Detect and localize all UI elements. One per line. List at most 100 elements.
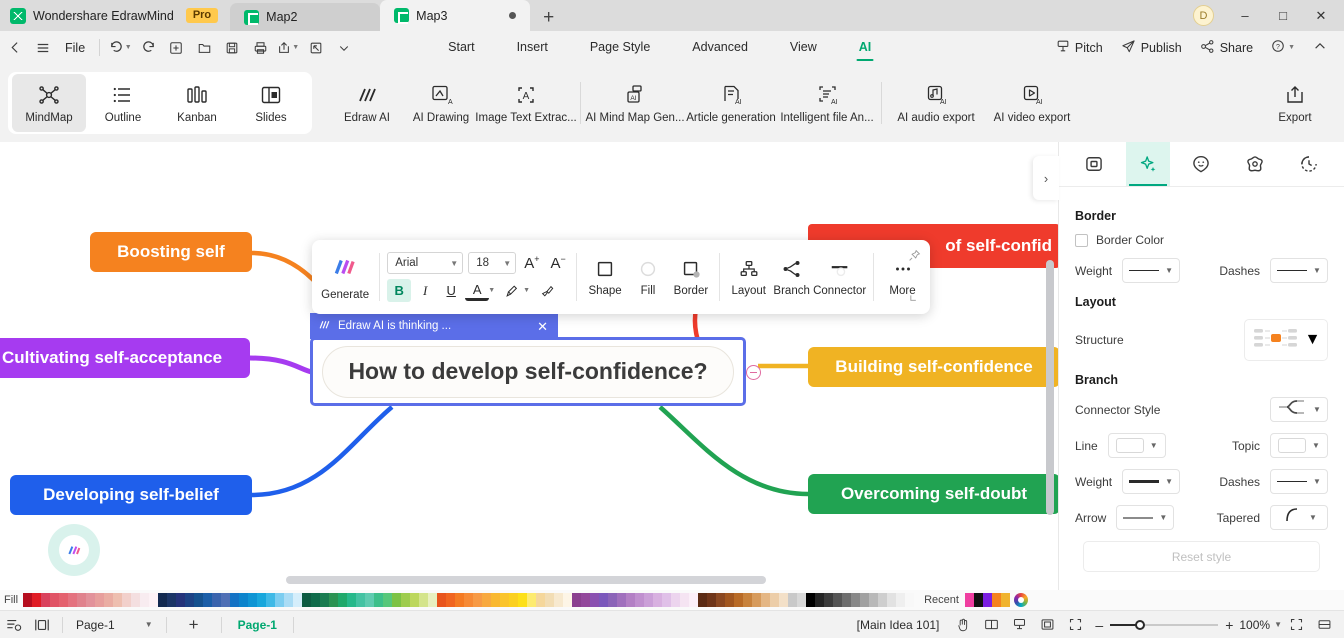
resize-toolbar-handle[interactable] (910, 292, 920, 305)
book-view-icon[interactable] (977, 611, 1005, 638)
fill-color-swatch[interactable] (140, 593, 150, 607)
fill-color-swatch[interactable] (851, 593, 861, 607)
fill-color-swatch[interactable] (590, 593, 600, 607)
border-color-row[interactable]: Border Color (1075, 233, 1328, 247)
fill-color-swatch[interactable] (824, 593, 834, 607)
ribbon-button-ai-drawing[interactable]: AI AI Drawing (404, 74, 478, 132)
fill-color-swatch[interactable] (806, 593, 816, 607)
italic-button[interactable]: I (413, 279, 437, 302)
fill-color-swatch[interactable] (671, 593, 681, 607)
fill-color-swatch[interactable] (653, 593, 663, 607)
fill-color-swatch[interactable] (59, 593, 69, 607)
fill-color-swatch[interactable] (50, 593, 60, 607)
tab-advanced[interactable]: Advanced (671, 33, 769, 62)
ribbon-button-edraw-ai[interactable]: Edraw AI (330, 74, 404, 132)
back-icon[interactable] (2, 35, 28, 61)
pitch-button[interactable]: Pitch (1047, 39, 1112, 56)
collapse-ribbon-button[interactable] (1304, 39, 1336, 56)
tab-shape-style[interactable] (1072, 142, 1116, 186)
ribbon-button-image-text-extract[interactable]: A Image Text Extrac... (475, 74, 577, 132)
mindmap-canvas[interactable]: Boosting self Cultivating self-acceptanc… (0, 142, 1060, 590)
fill-color-swatch[interactable] (527, 593, 537, 607)
chevron-down-icon[interactable]: ▼ (523, 287, 533, 294)
tab-view[interactable]: View (769, 33, 838, 62)
zoom-in-button[interactable]: + (1225, 617, 1233, 633)
fill-color-swatch[interactable] (275, 593, 285, 607)
hand-tool-icon[interactable] (949, 611, 977, 638)
chevron-down-icon[interactable]: ▼ (488, 287, 498, 294)
fill-color-swatch[interactable] (320, 593, 330, 607)
zoom-out-button[interactable]: – (1095, 617, 1103, 633)
presentation-view-icon[interactable] (1005, 611, 1033, 638)
fill-color-swatch[interactable] (842, 593, 852, 607)
fill-color-swatch[interactable] (95, 593, 105, 607)
fill-color-swatch[interactable] (113, 593, 123, 607)
ribbon-button-intelligent-file-analysis[interactable]: AI Intelligent file An... (779, 74, 875, 132)
close-button[interactable]: ✕ (1302, 0, 1340, 31)
branch-button[interactable]: Branch (770, 258, 813, 297)
fill-color-swatch[interactable] (869, 593, 879, 607)
fill-color-swatch[interactable] (365, 593, 375, 607)
add-page-button[interactable]: + (173, 616, 215, 633)
fill-color-swatch[interactable] (104, 593, 114, 607)
tab-insert[interactable]: Insert (496, 33, 569, 62)
fill-color-swatch[interactable] (41, 593, 51, 607)
fill-color-swatch[interactable] (491, 593, 501, 607)
tab-start[interactable]: Start (427, 33, 495, 62)
fill-color-swatch[interactable] (248, 593, 258, 607)
fill-color-swatch[interactable] (599, 593, 609, 607)
fill-color-swatch[interactable] (725, 593, 735, 607)
document-tab-map3[interactable]: Map3 (380, 0, 531, 31)
fill-color-swatch[interactable] (563, 593, 573, 607)
fill-color-swatch[interactable] (401, 593, 411, 607)
fill-color-swatch[interactable] (662, 593, 672, 607)
recent-color-swatch[interactable] (991, 593, 1001, 607)
fill-color-swatch[interactable] (221, 593, 231, 607)
fill-color-swatch[interactable] (509, 593, 519, 607)
canvas-vertical-scrollbar[interactable] (1046, 260, 1054, 515)
fill-color-swatch[interactable] (446, 593, 456, 607)
underline-button[interactable]: U (439, 279, 463, 302)
structure-select[interactable]: ▼ (1244, 319, 1328, 361)
fullscreen-icon[interactable] (1282, 611, 1310, 638)
recent-color-swatch[interactable] (1000, 593, 1010, 607)
border-weight-select[interactable]: ▼ (1122, 258, 1181, 283)
tab-sticker[interactable] (1233, 142, 1277, 186)
share-button[interactable]: Share (1191, 39, 1262, 57)
minimize-button[interactable]: – (1226, 0, 1264, 31)
fill-color-swatch[interactable] (203, 593, 213, 607)
fill-color-swatch[interactable] (338, 593, 348, 607)
avatar[interactable]: D (1193, 5, 1214, 26)
fill-color-swatch[interactable] (374, 593, 384, 607)
ribbon-button-article-generation[interactable]: AI Article generation (683, 74, 779, 132)
fill-color-swatch[interactable] (266, 593, 276, 607)
recent-color-swatch[interactable] (982, 593, 992, 607)
fill-color-swatch[interactable] (644, 593, 654, 607)
outline-view-icon[interactable] (0, 611, 28, 638)
border-button[interactable]: Border (669, 258, 712, 297)
font-family-select[interactable]: Arial ▼ (387, 252, 464, 274)
fill-color-swatch[interactable] (455, 593, 465, 607)
new-file-icon[interactable] (163, 35, 189, 61)
fill-color-swatch[interactable] (32, 593, 42, 607)
fit-page-icon[interactable] (1033, 611, 1061, 638)
fill-color-swatch[interactable] (464, 593, 474, 607)
fill-color-swatch[interactable] (698, 593, 708, 607)
fill-color-swatch[interactable] (230, 593, 240, 607)
recent-color-swatches[interactable] (964, 593, 1010, 607)
fill-color-swatch[interactable] (131, 593, 141, 607)
undo-icon[interactable]: ▼ (107, 35, 133, 61)
collapse-branch-handle[interactable] (746, 365, 761, 380)
branch-dashes-select[interactable]: ▼ (1270, 469, 1328, 494)
fill-color-swatches[interactable] (23, 593, 915, 607)
ribbon-button-mindmap[interactable]: MindMap (12, 74, 86, 132)
tapered-select[interactable]: ▼ (1270, 505, 1328, 530)
fill-color-swatch[interactable] (770, 593, 780, 607)
fill-color-swatch[interactable] (707, 593, 717, 607)
select-tool-icon[interactable] (303, 35, 329, 61)
zoom-slider-handle[interactable] (1135, 619, 1146, 630)
fill-color-swatch[interactable] (149, 593, 159, 607)
format-painter-button[interactable] (535, 279, 559, 302)
fill-color-swatch[interactable] (167, 593, 177, 607)
ribbon-button-export[interactable]: Export (1258, 74, 1332, 132)
